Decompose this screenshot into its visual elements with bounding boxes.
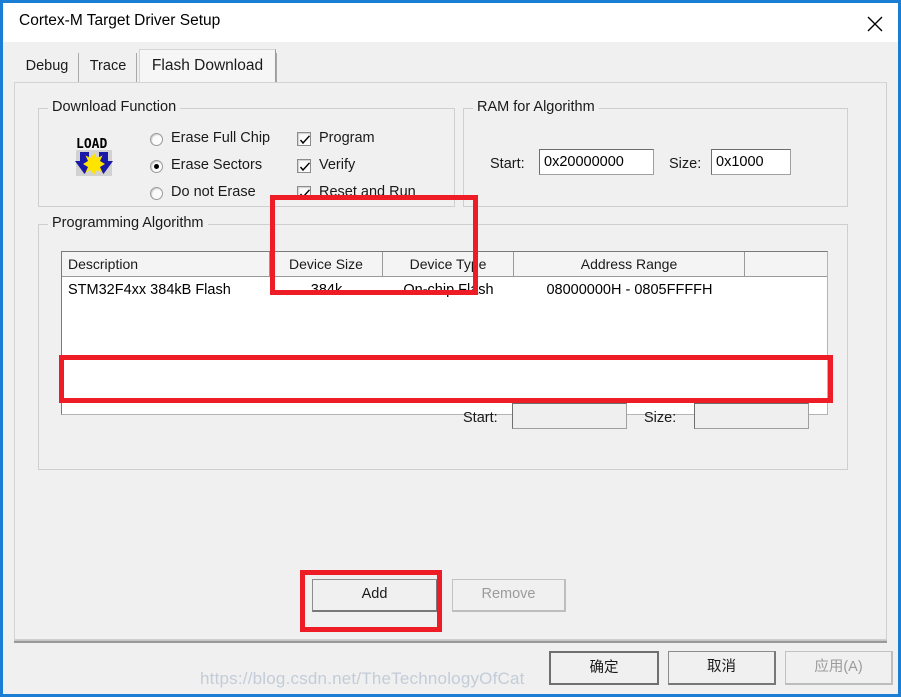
- algorithm-start-label: Start:: [463, 410, 498, 426]
- radio-mark: [150, 187, 163, 200]
- column-header-description[interactable]: Description: [62, 252, 270, 276]
- close-icon[interactable]: [852, 3, 898, 42]
- programming-algorithm-legend: Programming Algorithm: [48, 215, 208, 231]
- checkmark-icon: [299, 162, 311, 172]
- page-title: Cortex-M Target Driver Setup: [19, 12, 221, 29]
- title-bar: Cortex-M Target Driver Setup: [3, 3, 898, 42]
- add-button[interactable]: Add: [312, 579, 438, 612]
- column-header-address-range[interactable]: Address Range: [514, 252, 745, 276]
- checkbox-label: Reset and Run: [319, 184, 416, 200]
- table-row[interactable]: STM32F4xx 384kB Flash 384k On-chip Flash…: [62, 277, 827, 303]
- cancel-button[interactable]: 取消: [668, 651, 776, 685]
- algorithm-start-input[interactable]: [512, 403, 627, 429]
- checkbox-label: Verify: [319, 157, 356, 173]
- svg-text:LOAD: LOAD: [76, 137, 107, 152]
- ram-start-input[interactable]: 0x20000000: [539, 149, 654, 175]
- apply-button[interactable]: 应用(A): [785, 651, 893, 685]
- ram-size-input[interactable]: 0x1000: [711, 149, 791, 175]
- ram-size-label: Size:: [669, 156, 702, 172]
- tab-strip-divider: [276, 53, 277, 82]
- dialog-window: Cortex-M Target Driver Setup Debug Trace…: [0, 0, 901, 697]
- table-header-row: Description Device Size Device Type Addr…: [62, 252, 827, 277]
- radio-label: Erase Full Chip: [171, 130, 271, 146]
- download-function-legend: Download Function: [48, 99, 181, 115]
- tab-strip: Debug Trace Flash Download: [3, 42, 898, 82]
- cell-device-size: 384k: [310, 282, 343, 298]
- radio-label: Erase Sectors: [171, 157, 263, 173]
- radio-label: Do not Erase: [171, 184, 256, 200]
- close-glyph: [867, 16, 883, 32]
- cell-address-range: 08000000H - 0805FFFFH: [546, 282, 713, 298]
- radio-mark: [150, 160, 163, 173]
- tab-debug[interactable]: Debug: [16, 53, 79, 82]
- cell-device-type: On-chip Flash: [403, 282, 494, 298]
- cell-extra: [745, 277, 827, 303]
- check-mark: [297, 186, 311, 200]
- load-icon: LOAD: [71, 132, 117, 178]
- watermark-text: https://blog.csdn.net/TheTechnologyOfCat: [200, 669, 525, 688]
- column-header-device-type[interactable]: Device Type: [383, 252, 514, 276]
- algorithm-size-input[interactable]: [694, 403, 809, 429]
- ok-button[interactable]: 确定: [549, 651, 659, 685]
- algorithm-size-label: Size:: [644, 410, 677, 426]
- ram-start-label: Start:: [490, 156, 525, 172]
- tab-flash-download[interactable]: Flash Download: [139, 49, 276, 82]
- check-mark: [297, 159, 311, 173]
- footer-separator: [14, 640, 887, 643]
- radio-mark: [150, 133, 163, 146]
- cell-description: STM32F4xx 384kB Flash: [68, 282, 231, 298]
- checkmark-icon: [299, 135, 311, 145]
- checkmark-icon: [299, 189, 311, 199]
- column-header-extra[interactable]: [745, 252, 827, 276]
- check-mark: [297, 132, 311, 146]
- column-header-device-size[interactable]: Device Size: [270, 252, 383, 276]
- remove-button[interactable]: Remove: [452, 579, 566, 612]
- download-function-group: Download Function LOAD Erase Full Chip E…: [38, 99, 455, 207]
- algorithm-list[interactable]: Description Device Size Device Type Addr…: [61, 251, 828, 415]
- checkbox-label: Program: [319, 130, 375, 146]
- programming-algorithm-group: Programming Algorithm Description Device…: [38, 215, 848, 470]
- tab-trace[interactable]: Trace: [80, 53, 137, 82]
- tab-panel-flash-download: Download Function LOAD Erase Full Chip E…: [14, 82, 887, 640]
- ram-for-algorithm-legend: RAM for Algorithm: [473, 99, 599, 115]
